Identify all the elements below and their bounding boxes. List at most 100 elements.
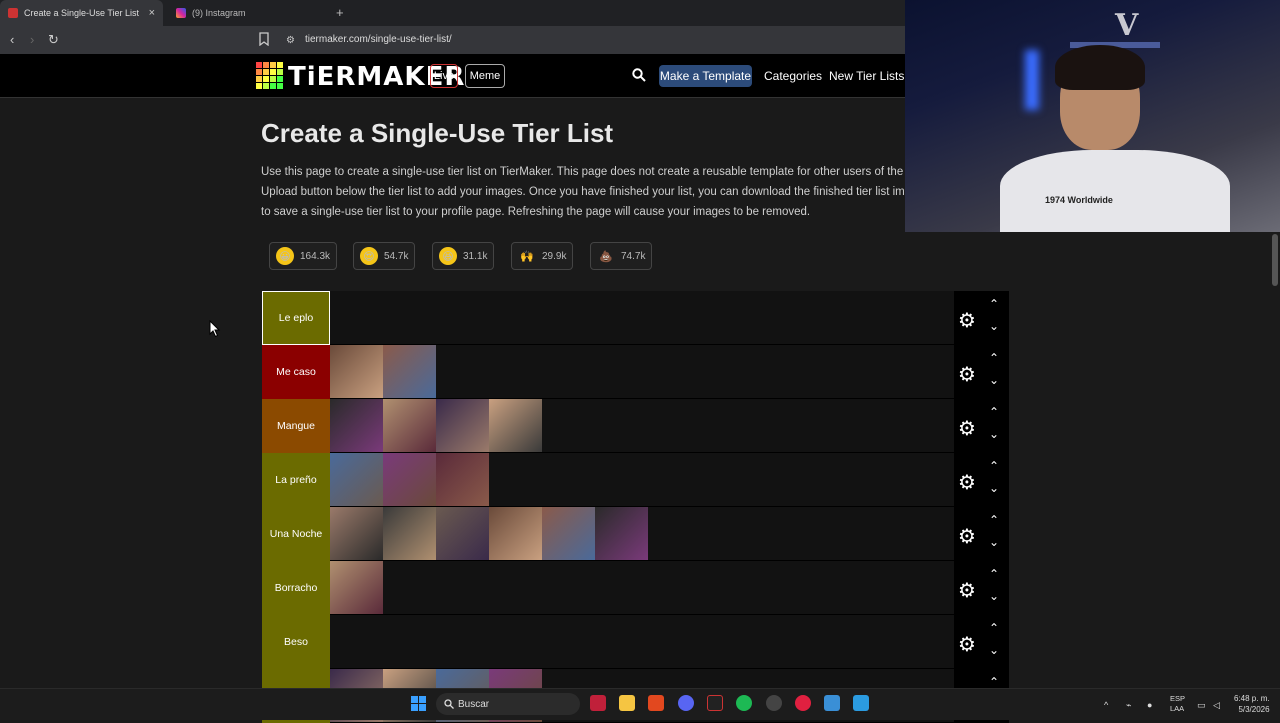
capcut-icon[interactable] [707, 695, 723, 711]
display-icon[interactable]: ▭ [1197, 700, 1206, 711]
tier-item-image[interactable] [436, 507, 489, 560]
live-button[interactable]: Live [430, 64, 458, 88]
page-scrollbar[interactable] [1270, 232, 1280, 688]
move-tier-down-chevron-icon[interactable]: ⌄ [989, 373, 999, 387]
tier-items-dropzone[interactable] [330, 453, 954, 506]
taskbar-search[interactable]: Buscar [436, 693, 580, 715]
tier-item-image[interactable] [383, 507, 436, 560]
tier-items-dropzone[interactable] [330, 507, 954, 560]
tier-row: Le eplo ⚙ ⌃ ⌄ [262, 291, 1009, 345]
move-tier-down-chevron-icon[interactable]: ⌄ [989, 427, 999, 441]
tier-label[interactable]: La preño [262, 453, 330, 507]
tier-settings-gear-icon[interactable]: ⚙ [958, 632, 976, 657]
tier-settings-gear-icon[interactable]: ⚙ [958, 578, 976, 603]
tier-settings-gear-icon[interactable]: ⚙ [958, 308, 976, 333]
webcam-overlay: V 1974 Worldwide [905, 0, 1280, 232]
tier-settings-gear-icon[interactable]: ⚙ [958, 362, 976, 387]
forward-arrow-icon[interactable]: › [30, 32, 34, 47]
move-tier-up-chevron-icon[interactable]: ⌃ [989, 297, 999, 311]
tier-item-image[interactable] [436, 453, 489, 506]
move-tier-up-chevron-icon[interactable]: ⌃ [989, 513, 999, 527]
chatgpt-icon[interactable] [766, 695, 782, 711]
close-tab-icon[interactable]: × [149, 7, 155, 19]
bookmark-icon[interactable] [258, 32, 270, 46]
move-tier-up-chevron-icon[interactable]: ⌃ [989, 621, 999, 635]
show-hidden-icons-icon[interactable]: ^ [1104, 700, 1108, 710]
language-layout: LAA [1170, 704, 1185, 713]
scrollbar-thumb[interactable] [1272, 234, 1278, 286]
tier-item-image[interactable] [436, 399, 489, 452]
categories-link[interactable]: Categories [764, 69, 822, 83]
move-tier-up-chevron-icon[interactable]: ⌃ [989, 675, 999, 689]
move-tier-up-chevron-icon[interactable]: ⌃ [989, 351, 999, 365]
tier-item-image[interactable] [383, 345, 436, 398]
move-tier-down-chevron-icon[interactable]: ⌄ [989, 319, 999, 333]
tier-row: Una Noche ⚙ ⌃ ⌄ [262, 507, 1009, 561]
tier-label[interactable]: Borracho [262, 561, 330, 615]
notepad-icon[interactable] [824, 695, 840, 711]
new-tier-lists-link[interactable]: New Tier Lists [829, 69, 904, 83]
tier-label[interactable]: Le eplo [262, 291, 330, 345]
reaction-poop[interactable]: 💩 74.7k [590, 242, 653, 270]
tier-item-image[interactable] [330, 345, 383, 398]
reaction-count: 164.3k [300, 250, 331, 262]
language-indicator[interactable]: ESP LAA [1170, 694, 1185, 714]
tier-item-image[interactable] [330, 453, 383, 506]
affinity-app-icon[interactable] [590, 695, 606, 711]
spotify-icon[interactable] [736, 695, 752, 711]
brave-browser-icon[interactable] [648, 695, 664, 711]
site-info-icon[interactable]: ⚙ [286, 35, 295, 46]
tier-label[interactable]: Mangue [262, 399, 330, 453]
move-tier-up-chevron-icon[interactable]: ⌃ [989, 459, 999, 473]
tier-settings-gear-icon[interactable]: ⚙ [958, 470, 976, 495]
file-explorer-icon[interactable] [619, 695, 635, 711]
paint-icon[interactable] [853, 695, 869, 711]
tier-items-dropzone[interactable] [330, 561, 954, 614]
meme-button[interactable]: Meme [465, 64, 505, 88]
move-tier-up-chevron-icon[interactable]: ⌃ [989, 405, 999, 419]
tier-label[interactable]: Beso [262, 615, 330, 669]
new-tab-button[interactable]: + [336, 5, 344, 20]
tier-label[interactable]: Me caso [262, 345, 330, 399]
tier-label[interactable]: Una Noche [262, 507, 330, 561]
discord-icon[interactable] [678, 695, 694, 711]
move-tier-down-chevron-icon[interactable]: ⌄ [989, 589, 999, 603]
tier-items-dropzone[interactable] [330, 291, 954, 344]
url-field[interactable]: tiermaker.com/single-use-tier-list/ [305, 34, 452, 45]
tab-instagram[interactable]: (9) Instagram [168, 0, 328, 26]
tier-settings-gear-icon[interactable]: ⚙ [958, 416, 976, 441]
move-tier-up-chevron-icon[interactable]: ⌃ [989, 567, 999, 581]
search-icon[interactable] [632, 68, 646, 82]
windows-start-icon[interactable] [411, 696, 426, 711]
move-tier-down-chevron-icon[interactable]: ⌄ [989, 481, 999, 495]
tier-item-image[interactable] [595, 507, 648, 560]
move-tier-down-chevron-icon[interactable]: ⌄ [989, 643, 999, 657]
tier-items-dropzone[interactable] [330, 399, 954, 452]
tier-items-dropzone[interactable] [330, 345, 954, 398]
obs-record-icon[interactable] [795, 695, 811, 711]
tier-item-image[interactable] [383, 453, 436, 506]
move-tier-down-chevron-icon[interactable]: ⌄ [989, 535, 999, 549]
reaction-raised-hands[interactable]: 🙌 29.9k [511, 242, 574, 270]
tier-item-image[interactable] [542, 507, 595, 560]
tier-item-image[interactable] [383, 399, 436, 452]
volume-icon[interactable]: ◁ [1213, 700, 1220, 711]
reload-icon[interactable]: ↻ [48, 32, 59, 48]
tiermaker-logo-icon[interactable] [256, 62, 283, 89]
tier-item-image[interactable] [330, 561, 383, 614]
reaction-grin[interactable]: 😀 164.3k [269, 242, 338, 270]
tier-settings-gear-icon[interactable]: ⚙ [958, 524, 976, 549]
tier-item-image[interactable] [330, 399, 383, 452]
tier-item-image[interactable] [330, 507, 383, 560]
clock[interactable]: 6:48 p. m. 5/3/2026 [1234, 693, 1270, 715]
reaction-heart-eyes[interactable]: 😍 54.7k [353, 242, 416, 270]
back-arrow-icon[interactable]: ‹ [10, 32, 14, 47]
make-template-button[interactable]: Make a Template [659, 65, 752, 87]
tier-item-image[interactable] [489, 399, 542, 452]
tier-item-image[interactable] [489, 507, 542, 560]
tier-items-dropzone[interactable] [330, 615, 954, 668]
tab-tiermaker[interactable]: Create a Single-Use Tier List (Pr × [0, 0, 163, 26]
microphone-icon[interactable]: ● [1147, 700, 1152, 710]
network-icon[interactable]: ⌁ [1126, 700, 1131, 711]
reaction-laughing[interactable]: 😆 31.1k [432, 242, 495, 270]
